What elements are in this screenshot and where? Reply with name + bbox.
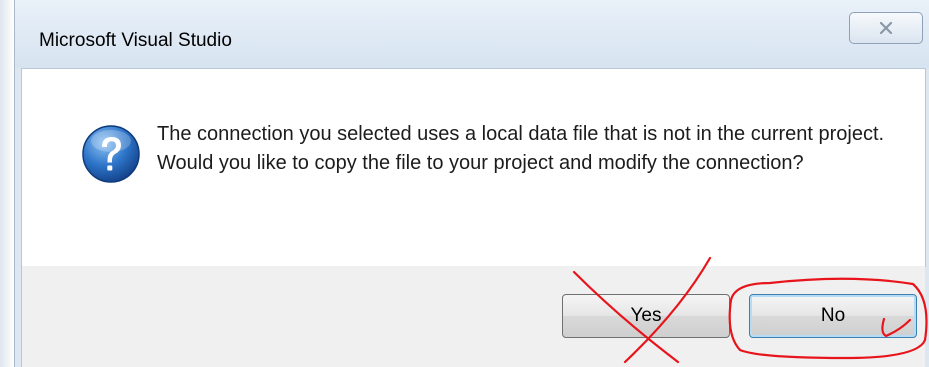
yes-button[interactable]: Yes <box>562 294 730 338</box>
close-button[interactable] <box>849 12 923 44</box>
close-icon <box>879 21 893 35</box>
dialog-message: The connection you selected uses a local… <box>157 123 885 174</box>
background-window-edge <box>0 0 14 367</box>
no-button[interactable]: No <box>749 294 917 338</box>
dialog-footer: Yes No <box>21 266 925 367</box>
question-icon <box>82 125 140 183</box>
dialog-title: Microsoft Visual Studio <box>39 30 232 51</box>
dialog-content: The connection you selected uses a local… <box>21 68 926 267</box>
message-dialog: Microsoft Visual Studio The connection y… <box>14 0 929 367</box>
